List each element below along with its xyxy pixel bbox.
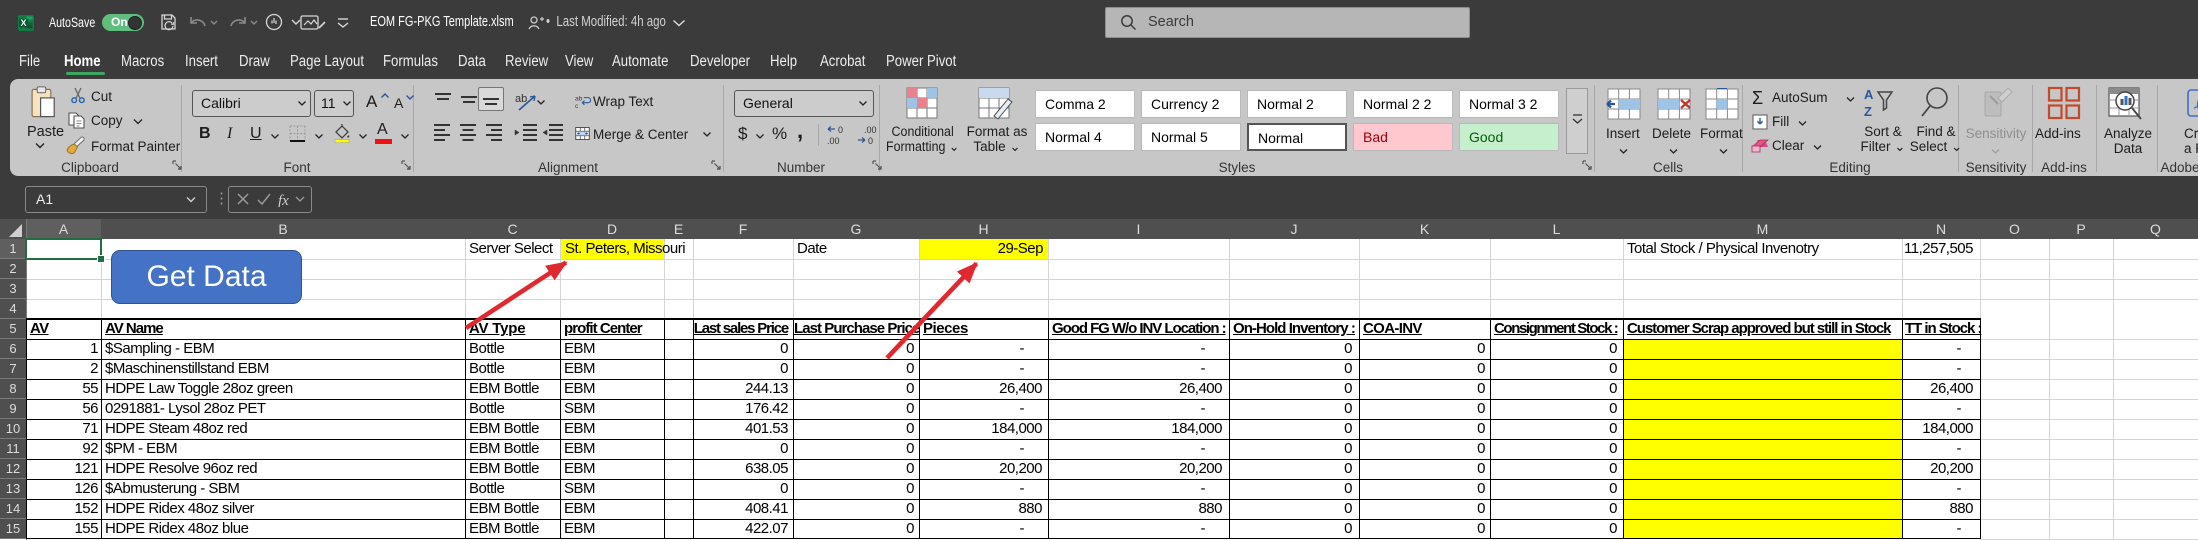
svg-text:Z: Z [1864,104,1872,119]
svg-text:ab: ab [575,96,583,103]
svg-text:.00: .00 [827,136,840,146]
svg-text:.00: .00 [864,125,877,135]
svg-text:c: c [575,103,579,110]
svg-text:0: 0 [838,125,843,135]
svg-text:A: A [1864,87,1874,102]
svg-text:0: 0 [868,136,873,146]
svg-text:X: X [20,18,26,28]
svg-text:fx: fx [278,193,289,207]
svg-text:ab: ab [515,93,527,105]
